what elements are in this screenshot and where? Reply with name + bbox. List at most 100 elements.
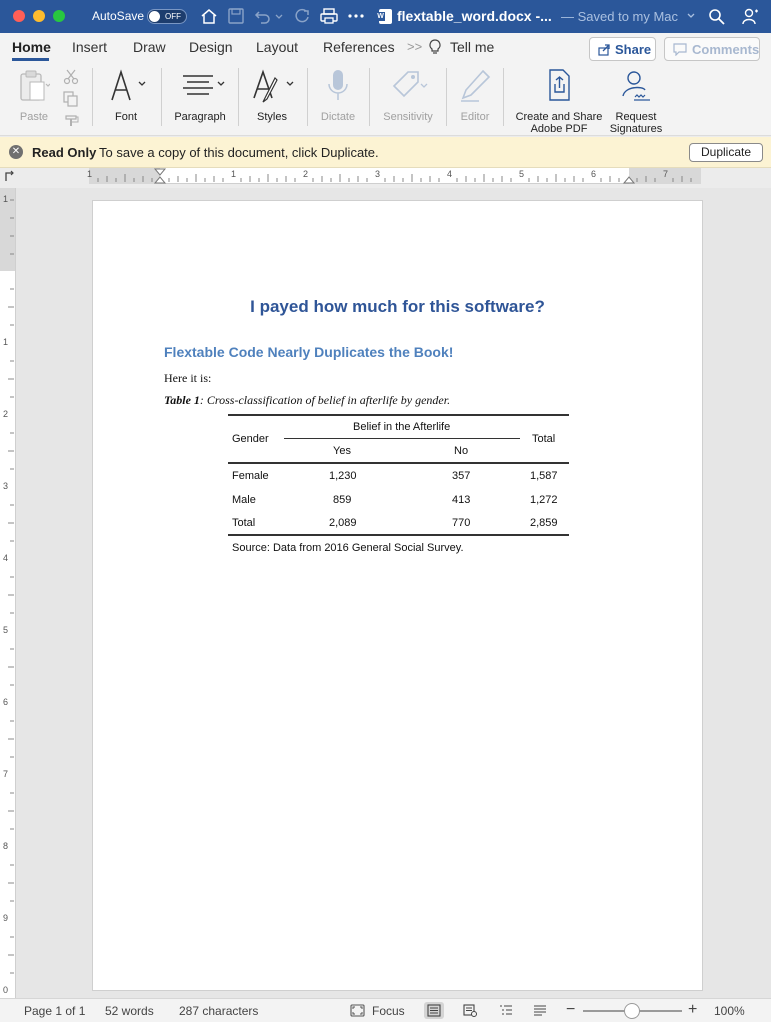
- styles-button[interactable]: Styles: [248, 68, 296, 132]
- create-share-pdf-button[interactable]: Create and Share Adobe PDF: [513, 68, 605, 135]
- document-heading: Flextable Code Nearly Duplicates the Boo…: [164, 344, 454, 360]
- font-button[interactable]: Font: [103, 68, 149, 132]
- lightbulb-icon: [429, 39, 441, 54]
- document-filename: flextable_word.docx -...: [397, 8, 552, 24]
- signature-icon: [622, 71, 650, 101]
- save-icon[interactable]: [226, 7, 246, 25]
- read-only-message: To save a copy of this document, click D…: [99, 145, 379, 160]
- print-icon[interactable]: [319, 7, 339, 25]
- request-sig-label-line2: Signatures: [609, 123, 663, 135]
- home-icon[interactable]: [199, 7, 219, 25]
- header-no: No: [454, 445, 469, 457]
- table-cell: 357: [452, 470, 471, 482]
- table-top-border: [228, 414, 569, 416]
- table-cell: 770: [452, 517, 471, 529]
- sensitivity-button[interactable]: Sensitivity: [378, 68, 438, 132]
- request-signatures-button[interactable]: Request Signatures: [606, 68, 666, 135]
- saved-status[interactable]: — Saved to my Mac: [561, 9, 678, 24]
- header-gender: Gender: [232, 433, 269, 445]
- character-count[interactable]: 287 characters: [179, 1004, 258, 1018]
- tab-insert[interactable]: Insert: [72, 39, 107, 55]
- outline-view-button[interactable]: [496, 1002, 516, 1019]
- read-only-notification-bar: ✕ Read Only To save a copy of this docum…: [0, 137, 771, 168]
- read-only-title: Read Only: [32, 145, 97, 160]
- ruler-number: 1: [231, 169, 237, 179]
- vertical-ruler[interactable]: 1 1 2 3 4 5 6 7 8 9 0: [0, 188, 16, 998]
- copy-icon[interactable]: [63, 91, 79, 107]
- table-caption-label: Table 1: [164, 393, 200, 407]
- request-sig-label-line1: Request: [615, 111, 657, 123]
- autosave-toggle[interactable]: OFF: [147, 9, 187, 24]
- tab-layout[interactable]: Layout: [256, 39, 298, 55]
- account-icon[interactable]: [740, 7, 760, 25]
- toolbar-separator: [161, 68, 162, 126]
- ruler-number: 2: [3, 409, 9, 419]
- tab-references[interactable]: References: [323, 39, 395, 55]
- ruler-number: 6: [591, 169, 597, 179]
- word-count[interactable]: 52 words: [105, 1004, 154, 1018]
- draft-view-button[interactable]: [530, 1002, 550, 1019]
- maximize-window-button[interactable]: [53, 10, 65, 22]
- ruler-number: 1: [87, 169, 93, 179]
- table-cell: Female: [232, 470, 269, 482]
- zoom-level[interactable]: 100%: [714, 1004, 745, 1018]
- table-caption: Table 1: Cross-classification of belief …: [164, 393, 450, 408]
- tab-home[interactable]: Home: [12, 39, 51, 55]
- cut-icon[interactable]: [63, 69, 79, 85]
- duplicate-button[interactable]: Duplicate: [689, 143, 763, 162]
- tab-design[interactable]: Design: [189, 39, 233, 55]
- web-layout-view-button[interactable]: [460, 1002, 480, 1019]
- saved-status-chevron-icon[interactable]: [686, 7, 696, 25]
- editor-button[interactable]: Editor: [455, 68, 495, 132]
- minimize-window-button[interactable]: [33, 10, 45, 22]
- zoom-in-icon[interactable]: +: [688, 1001, 697, 1019]
- table-cell: 1,272: [530, 494, 558, 506]
- redo-icon[interactable]: [292, 7, 312, 25]
- more-icon[interactable]: [346, 7, 366, 25]
- tell-me-search[interactable]: Tell me: [450, 39, 494, 55]
- editor-pen-icon: [461, 69, 491, 102]
- table-bottom-border: [228, 534, 569, 536]
- undo-dropdown-icon[interactable]: [274, 7, 284, 25]
- more-tabs-chevron-icon[interactable]: >>: [407, 39, 422, 54]
- share-icon: [598, 44, 610, 56]
- paste-button[interactable]: Paste: [14, 68, 54, 132]
- dismiss-notification-icon[interactable]: ✕: [9, 145, 23, 159]
- ruler-number: 8: [3, 841, 9, 851]
- font-label: Font: [114, 111, 137, 123]
- zoom-out-icon[interactable]: −: [566, 1001, 575, 1019]
- comments-button[interactable]: Comments: [664, 37, 760, 61]
- document-page[interactable]: I payed how much for this software? Flex…: [92, 200, 703, 991]
- undo-icon[interactable]: [253, 7, 273, 25]
- print-layout-view-button[interactable]: [424, 1002, 444, 1019]
- table-caption-text: : Cross-classification of belief in afte…: [199, 393, 451, 407]
- format-painter-icon[interactable]: [63, 112, 79, 128]
- focus-icon[interactable]: [350, 1004, 365, 1017]
- ruler-number: 0: [3, 985, 9, 995]
- table-cell: 2,089: [329, 517, 357, 529]
- focus-mode-button[interactable]: Focus: [372, 1004, 405, 1018]
- tab-stop-selector-icon[interactable]: [3, 170, 15, 182]
- page-count[interactable]: Page 1 of 1: [24, 1004, 85, 1018]
- header-bottom-border: [228, 462, 569, 464]
- tab-draw[interactable]: Draw: [133, 39, 166, 55]
- toolbar-separator: [307, 68, 308, 126]
- ruler-number: 9: [3, 913, 9, 923]
- ruler-number: 1: [3, 337, 9, 347]
- dictate-button[interactable]: Dictate: [316, 68, 360, 132]
- paragraph-button[interactable]: Paragraph: [170, 68, 230, 132]
- horizontal-ruler[interactable]: 1 1 2 3 4 5 6 7: [87, 168, 701, 184]
- share-button[interactable]: Share: [589, 37, 656, 61]
- search-icon[interactable]: [707, 7, 727, 25]
- table-source-note: Source: Data from 2016 General Social Su…: [232, 542, 464, 554]
- comments-label: Comments: [692, 42, 760, 57]
- ruler-number: 3: [375, 169, 381, 179]
- ruler-number: 3: [3, 481, 9, 491]
- autosave-label: AutoSave: [92, 9, 145, 23]
- table-cell: 413: [452, 494, 471, 506]
- close-window-button[interactable]: [13, 10, 25, 22]
- sensitivity-tag-icon: [392, 71, 428, 98]
- print-layout-icon: [427, 1004, 441, 1017]
- toolbar-separator: [369, 68, 370, 126]
- zoom-slider-knob[interactable]: [624, 1003, 640, 1019]
